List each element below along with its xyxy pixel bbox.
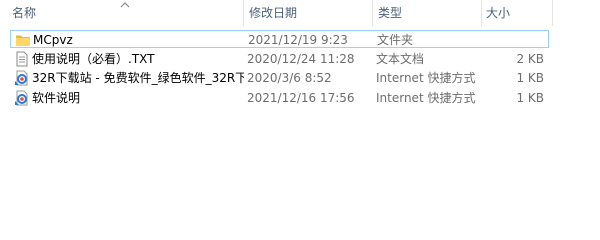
file-type: 文件夹 [377, 33, 414, 47]
file-name: 32R下载站 - 免费软件_绿色软件_32R下... [32, 71, 244, 85]
internet-shortcut-icon [15, 90, 28, 106]
empty-file-list-area[interactable] [0, 110, 600, 208]
column-header-type[interactable]: 类型 [374, 0, 482, 26]
file-row-mcpvz[interactable]: MCpvz 2021/12/19 9:23 文件夹 [10, 30, 549, 48]
file-date: 2020/12/24 11:28 [247, 52, 355, 66]
file-row-readme-txt[interactable]: 使用说明（必看）.TXT 2020/12/24 11:28 文本文档 2 KB [10, 50, 549, 68]
folder-icon [16, 35, 30, 46]
column-divider[interactable] [243, 0, 244, 26]
file-name: 使用说明（必看）.TXT [32, 52, 155, 66]
column-header-size[interactable]: 大小 [482, 0, 552, 26]
file-row-32r-shortcut[interactable]: 32R下载站 - 免费软件_绿色软件_32R下... 2020/3/6 8:52… [10, 69, 549, 87]
file-name: MCpvz [33, 33, 73, 47]
file-type: Internet 快捷方式 [376, 71, 476, 85]
file-type: Internet 快捷方式 [376, 91, 476, 105]
file-size: 1 KB [516, 91, 544, 105]
file-type: 文本文档 [376, 52, 425, 66]
column-header-bar: 名称 修改日期 类型 大小 [0, 0, 600, 26]
file-row-software-notes[interactable]: 软件说明 2021/12/16 17:56 Internet 快捷方式 1 KB [10, 89, 549, 107]
file-date: 2021/12/19 9:23 [248, 33, 348, 47]
column-divider[interactable] [552, 0, 553, 26]
file-date: 2020/3/6 8:52 [247, 71, 332, 85]
column-header-name[interactable]: 名称 [8, 0, 243, 26]
column-header-date[interactable]: 修改日期 [245, 0, 370, 26]
file-size [489, 31, 545, 49]
column-divider[interactable] [372, 0, 373, 26]
internet-shortcut-icon [15, 70, 28, 86]
file-size: 1 KB [516, 71, 544, 85]
file-date: 2021/12/16 17:56 [247, 91, 355, 105]
text-file-icon [16, 51, 28, 67]
file-size: 2 KB [516, 52, 544, 66]
file-name: 软件说明 [32, 91, 81, 105]
